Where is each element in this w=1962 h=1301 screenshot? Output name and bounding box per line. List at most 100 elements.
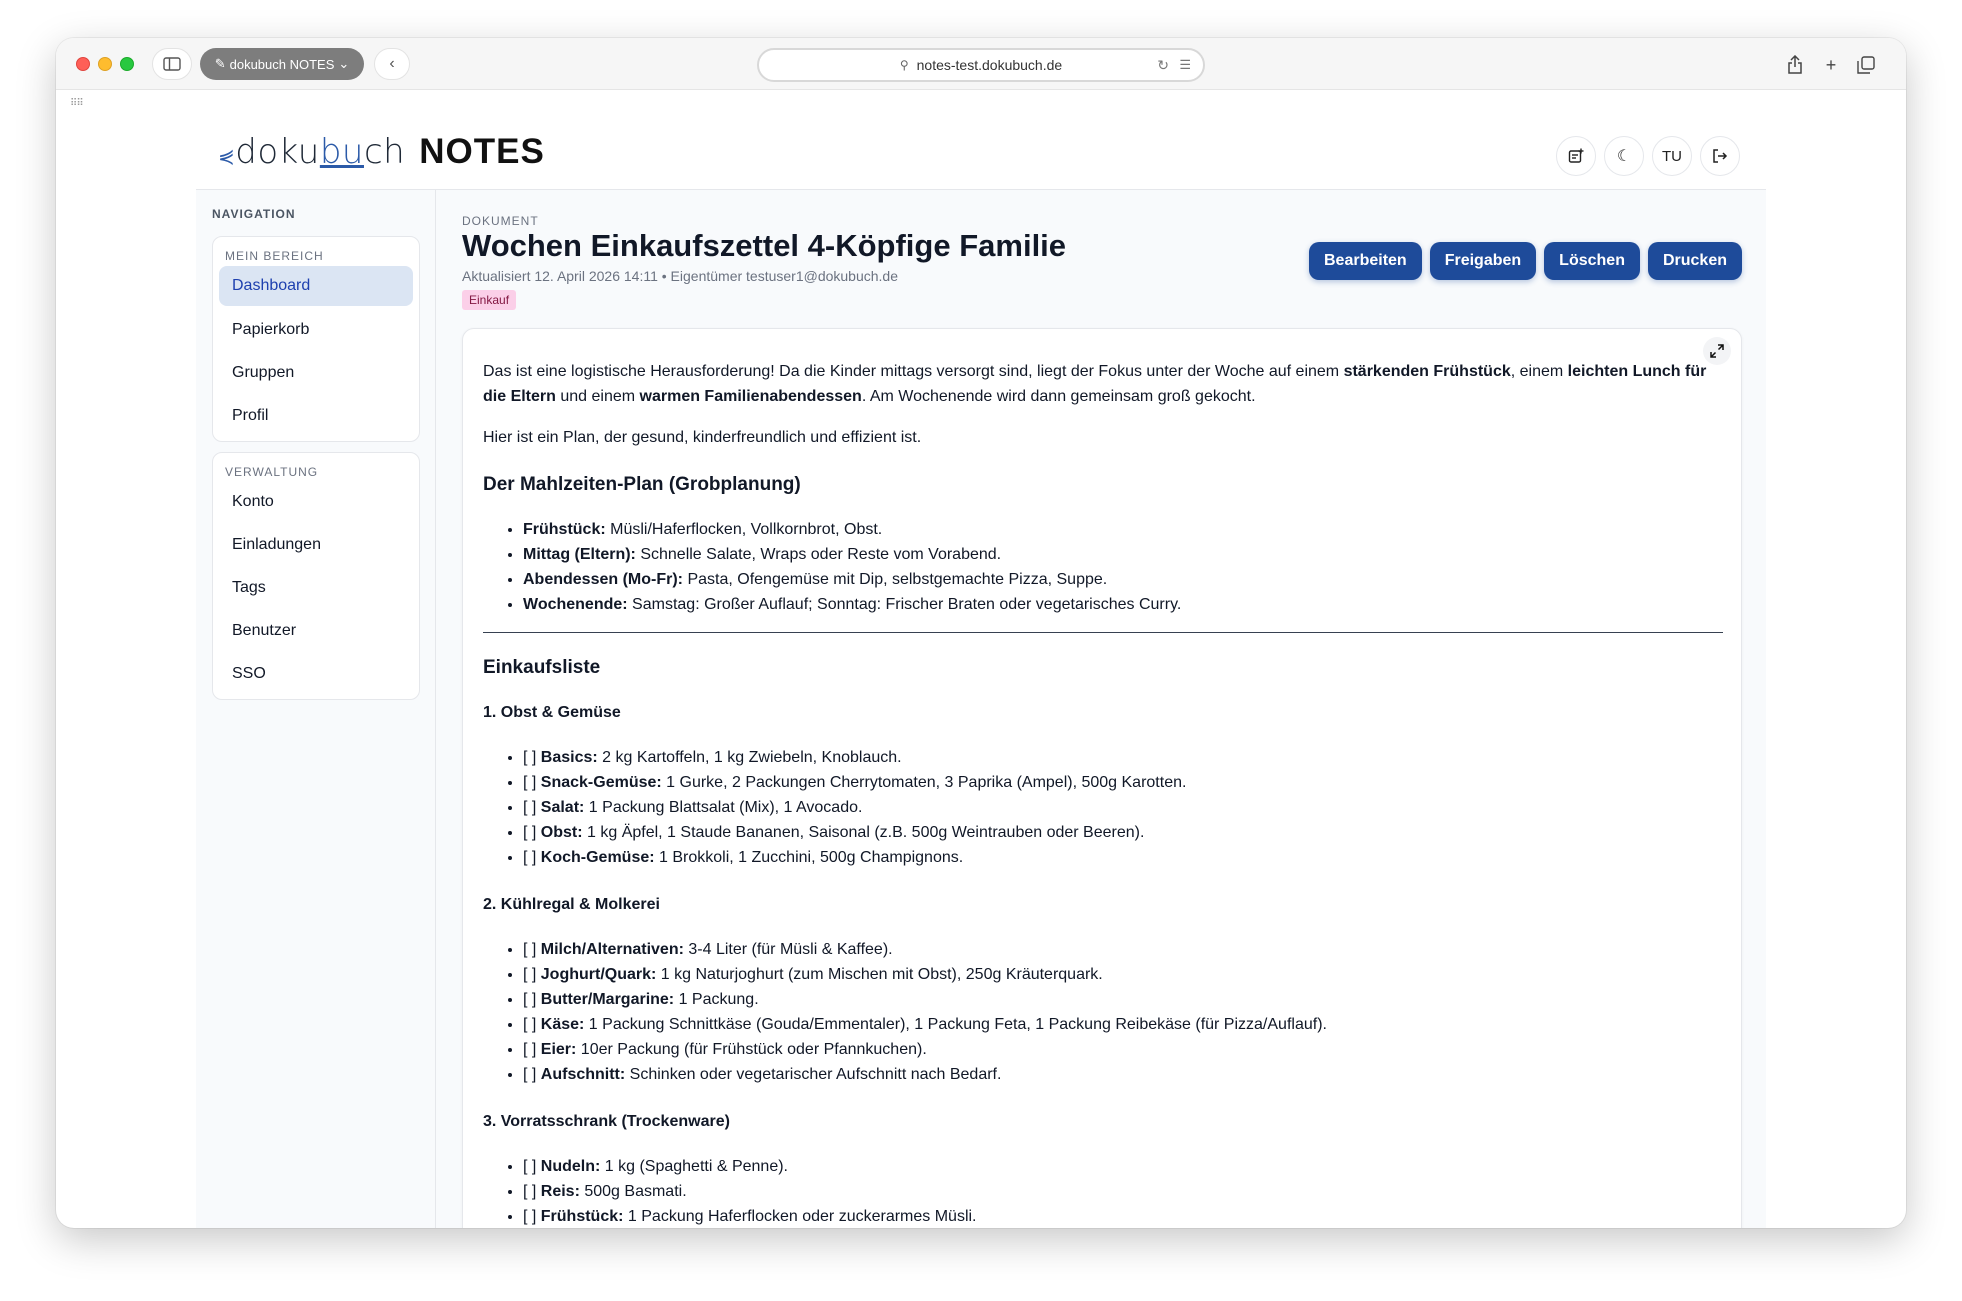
shopping-list: [ ] Basics: 2 kg Kartoffeln, 1 kg Zwiebe… bbox=[523, 745, 1723, 870]
item-value: 1 Packung Blattsalat (Mix), 1 Avocado. bbox=[584, 799, 863, 816]
item-key: Butter/Margarine: bbox=[540, 991, 675, 1008]
plan-intro: Hier ist ein Plan, der gesund, kinderfre… bbox=[483, 429, 922, 446]
share-button[interactable]: Freigaben bbox=[1429, 242, 1537, 280]
app-header: ⋞dokubuch NOTES ☾ TU bbox=[196, 118, 1766, 190]
list-item: [ ] Salat: 1 Packung Blattsalat (Mix), 1… bbox=[523, 795, 1723, 820]
sidebar-item-papierkorb[interactable]: Papierkorb bbox=[219, 310, 413, 350]
dark-mode-icon[interactable]: ☾ bbox=[1604, 136, 1644, 176]
address-bar[interactable]: ⚲ notes-test.dokubuch.de ↻ ☰ bbox=[757, 48, 1205, 82]
checkbox-text: [ ] bbox=[523, 941, 541, 958]
logo[interactable]: ⋞dokubuch NOTES bbox=[218, 132, 545, 172]
sidebar-item-sso[interactable]: SSO bbox=[219, 654, 413, 694]
list-item: [ ] Koch-Gemüse: 1 Brokkoli, 1 Zucchini,… bbox=[523, 845, 1723, 870]
item-key: Koch-Gemüse: bbox=[540, 849, 655, 866]
list-heading: Einkaufsliste bbox=[483, 657, 601, 678]
new-tab-icon[interactable]: + bbox=[1818, 52, 1844, 78]
zoom-window-button[interactable] bbox=[120, 57, 134, 71]
logo-part: doku bbox=[235, 132, 320, 172]
list-item: [ ] Käse: 1 Packung Schnittkäse (Gouda/E… bbox=[523, 1012, 1723, 1037]
chevron-down-icon: ⌄ bbox=[338, 56, 350, 71]
list-item: [ ] Reis: 500g Basmati. bbox=[523, 1179, 1723, 1204]
item-key: Wochenende: bbox=[523, 596, 628, 613]
logo-wing-icon: ⋞ bbox=[218, 144, 236, 168]
drag-grip-icon[interactable]: ⠿⠿ bbox=[70, 98, 84, 109]
user-avatar[interactable]: TU bbox=[1652, 136, 1692, 176]
divider bbox=[483, 632, 1723, 633]
new-note-icon[interactable] bbox=[1556, 136, 1596, 176]
browser-titlebar: ✎ dokubuch NOTES ⌄ ‹ ⚲ notes-test.dokubu… bbox=[56, 38, 1906, 90]
nav-group-verwaltung: VERWALTUNG Konto Einladungen Tags Benutz… bbox=[212, 452, 420, 700]
print-button[interactable]: Drucken bbox=[1647, 242, 1742, 280]
sidebar-item-gruppen[interactable]: Gruppen bbox=[219, 353, 413, 393]
item-key: Frühstück: bbox=[540, 1208, 624, 1225]
checkbox-text: [ ] bbox=[523, 966, 541, 983]
item-value: 3-4 Liter (für Müsli & Kaffee). bbox=[683, 941, 893, 958]
item-key: Käse: bbox=[540, 1016, 585, 1033]
sidebar-item-profil[interactable]: Profil bbox=[219, 396, 413, 436]
item-key: Obst: bbox=[540, 824, 583, 841]
list-item: [ ] Frühstück: 1 Packung Haferflocken od… bbox=[523, 1204, 1723, 1228]
item-value: 1 kg Naturjoghurt (zum Mischen mit Obst)… bbox=[656, 966, 1103, 983]
logout-icon[interactable] bbox=[1700, 136, 1740, 176]
section-title: 1. Obst & Gemüse bbox=[483, 704, 621, 721]
item-value: Müsli/Haferflocken, Vollkornbrot, Obst. bbox=[605, 521, 883, 538]
app-page: ⋞dokubuch NOTES ☾ TU NAVIGATION MEIN BER… bbox=[196, 118, 1766, 1228]
reader-icon[interactable]: ☰ bbox=[1179, 57, 1191, 73]
edit-button[interactable]: Bearbeiten bbox=[1309, 242, 1422, 280]
sidebar-item-tags[interactable]: Tags bbox=[219, 568, 413, 608]
back-button[interactable]: ‹ bbox=[374, 48, 410, 80]
item-value: 1 Packung. bbox=[674, 991, 759, 1008]
sidebar-item-einladungen[interactable]: Einladungen bbox=[219, 525, 413, 565]
text-run: , einem bbox=[1510, 363, 1568, 380]
list-item: [ ] Milch/Alternativen: 3-4 Liter (für M… bbox=[523, 937, 1723, 962]
share-icon[interactable] bbox=[1782, 52, 1808, 78]
item-value: 1 kg (Spaghetti & Penne). bbox=[600, 1158, 788, 1175]
sidebar-item-konto[interactable]: Konto bbox=[219, 482, 413, 522]
list-item: Abendessen (Mo-Fr): Pasta, Ofengemüse mi… bbox=[523, 567, 1723, 592]
list-item: Frühstück: Müsli/Haferflocken, Vollkornb… bbox=[523, 517, 1723, 542]
item-value: 1 Brokkoli, 1 Zucchini, 500g Champignons… bbox=[654, 849, 964, 866]
checkbox-text: [ ] bbox=[523, 824, 541, 841]
list-item: [ ] Nudeln: 1 kg (Spaghetti & Penne). bbox=[523, 1154, 1723, 1179]
item-value: 1 Packung Schnittkäse (Gouda/Emmentaler)… bbox=[584, 1016, 1327, 1033]
minimize-window-button[interactable] bbox=[98, 57, 112, 71]
item-key: Reis: bbox=[540, 1183, 580, 1200]
list-item: Mittag (Eltern): Schnelle Salate, Wraps … bbox=[523, 542, 1723, 567]
list-item: Wochenende: Samstag: Großer Auflauf; Son… bbox=[523, 592, 1723, 617]
checkbox-text: [ ] bbox=[523, 1016, 541, 1033]
sidebar-item-dashboard[interactable]: Dashboard bbox=[219, 266, 413, 306]
tab-group-label: dokubuch NOTES bbox=[229, 56, 335, 72]
item-value: Pasta, Ofengemüse mit Dip, selbstgemacht… bbox=[683, 571, 1108, 588]
item-value: 10er Packung (für Frühstück oder Pfannku… bbox=[576, 1041, 927, 1058]
text-run: . Am Wochenende wird dann gemeinsam groß… bbox=[861, 388, 1256, 405]
main-content: DOKUMENT Wochen Einkaufszettel 4-Köpfige… bbox=[436, 190, 1766, 1228]
document-actions: Bearbeiten Freigaben Löschen Drucken bbox=[1309, 242, 1742, 280]
sidebar-toggle-icon[interactable] bbox=[152, 48, 192, 80]
item-value: 1 Packung Haferflocken oder zuckerarmes … bbox=[623, 1208, 977, 1225]
section-title: 3. Vorratsschrank (Trockenware) bbox=[483, 1113, 730, 1130]
shopping-list: [ ] Milch/Alternativen: 3-4 Liter (für M… bbox=[523, 937, 1723, 1087]
document-card: Das ist eine logistische Herausforderung… bbox=[462, 328, 1742, 1228]
item-key: Salat: bbox=[540, 799, 585, 816]
tab-group-button[interactable]: ✎ dokubuch NOTES ⌄ bbox=[200, 48, 364, 80]
tab-overview-icon[interactable] bbox=[1853, 52, 1879, 78]
reload-icon[interactable]: ↻ bbox=[1157, 57, 1169, 74]
item-value: Schinken oder vegetarischer Aufschnitt n… bbox=[625, 1066, 1002, 1083]
document-meta: Aktualisiert 12. April 2026 14:11 • Eige… bbox=[462, 268, 899, 284]
logo-wordmark: ⋞dokubuch bbox=[218, 132, 405, 172]
text-run: stärkenden Frühstück bbox=[1343, 363, 1511, 380]
item-key: Mittag (Eltern): bbox=[523, 546, 636, 563]
delete-button[interactable]: Löschen bbox=[1544, 242, 1640, 280]
item-value: Samstag: Großer Auflauf; Sonntag: Frisch… bbox=[627, 596, 1182, 613]
tag-badge[interactable]: Einkauf bbox=[462, 290, 517, 310]
site-settings-icon[interactable]: ⚲ bbox=[900, 58, 909, 72]
checkbox-text: [ ] bbox=[523, 991, 541, 1008]
item-key: Joghurt/Quark: bbox=[540, 966, 657, 983]
close-window-button[interactable] bbox=[76, 57, 90, 71]
item-key: Milch/Alternativen: bbox=[540, 941, 684, 958]
plan-list: Frühstück: Müsli/Haferflocken, Vollkornb… bbox=[523, 517, 1723, 617]
item-key: Eier: bbox=[540, 1041, 577, 1058]
document-body: Das ist eine logistische Herausforderung… bbox=[483, 359, 1723, 1228]
sidebar-item-benutzer[interactable]: Benutzer bbox=[219, 611, 413, 651]
list-item: [ ] Obst: 1 kg Äpfel, 1 Staude Bananen, … bbox=[523, 820, 1723, 845]
